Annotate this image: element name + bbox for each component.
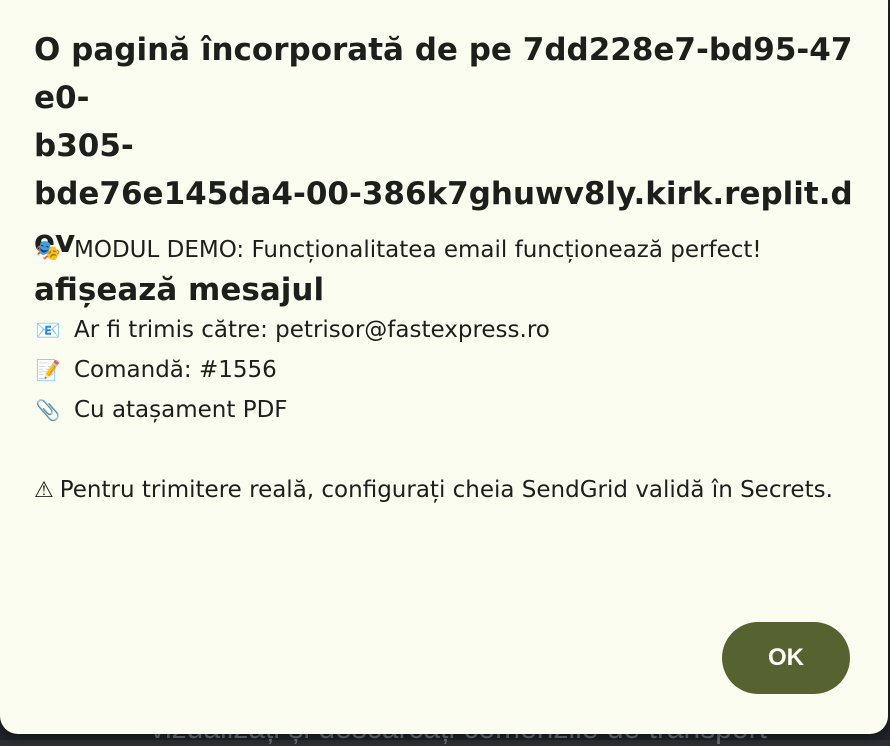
demo-mode-line: 🎭 MODUL DEMO: Funcționalitatea email func… (34, 230, 854, 270)
dialog-title-line: O pagină încorporată de pe 7dd228e7-bd95… (34, 32, 853, 116)
recipient-text: Ar fi trimis către: petrisor@fastexpress… (74, 317, 550, 343)
warning-icon: ⚠ (34, 478, 54, 503)
envelope-icon: 📧 (35, 318, 61, 342)
warning-text: Pentru trimitere reală, configurați chei… (59, 477, 833, 503)
dialog-message: 🎭 MODUL DEMO: Funcționalitatea email func… (34, 230, 854, 511)
attachment-text: Cu atașament PDF (74, 397, 288, 423)
demo-mode-text: MODUL DEMO: Funcționalitatea email funcț… (74, 237, 762, 263)
attachment-line: 📎 Cu atașament PDF (34, 390, 854, 430)
alert-dialog: O pagină încorporată de pe 7dd228e7-bd95… (0, 0, 888, 734)
warning-line: ⚠ Pentru trimitere reală, configurați che… (34, 470, 854, 511)
memo-icon: 📝 (35, 358, 61, 382)
dialog-title-line: b305- (34, 128, 134, 164)
theater-masks-icon: 🎭 (35, 238, 61, 262)
ok-button[interactable]: OK (722, 622, 850, 694)
order-text: Comandă: #1556 (74, 357, 277, 383)
order-line: 📝 Comandă: #1556 (34, 350, 854, 390)
recipient-line: 📧 Ar fi trimis către: petrisor@fastexpres… (34, 310, 854, 350)
paperclip-icon: 📎 (35, 398, 61, 422)
